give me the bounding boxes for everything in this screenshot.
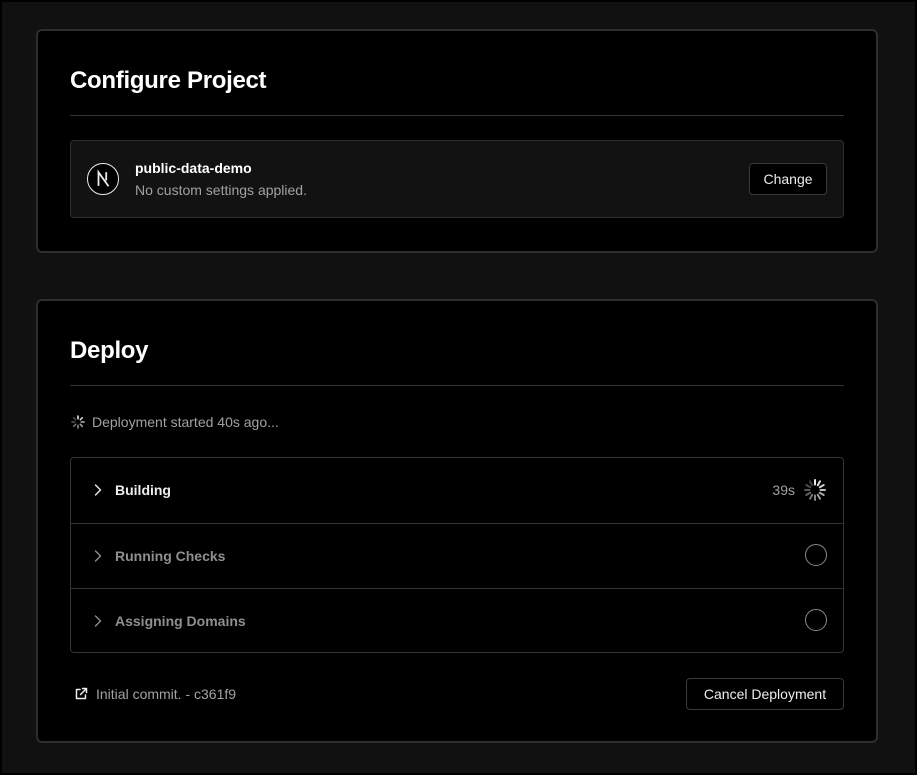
project-settings-note: No custom settings applied. [135, 182, 307, 198]
loading-spinner-icon [71, 415, 85, 429]
project-row: public-data-demo No custom settings appl… [70, 140, 844, 218]
commit-link[interactable]: Initial commit. - c361f9 [74, 686, 236, 702]
configure-divider [70, 115, 844, 116]
step-label: Assigning Domains [115, 613, 246, 629]
step-label: Running Checks [115, 548, 226, 564]
chevron-right-icon [94, 615, 102, 627]
deployment-steps: Building 39s Running Checks Assigning Do… [70, 457, 844, 653]
loading-spinner-icon [804, 479, 826, 501]
configure-project-card: Configure Project public-data-demo No cu… [36, 29, 878, 253]
deploy-divider [70, 385, 844, 386]
pending-circle-icon [805, 609, 827, 631]
nextjs-logo-icon [87, 163, 119, 195]
chevron-right-icon [94, 484, 102, 496]
commit-message: Initial commit. - c361f9 [96, 686, 237, 702]
deployment-status-text: Deployment started 40s ago... [92, 414, 279, 430]
deployment-status: Deployment started 40s ago... [70, 413, 279, 431]
step-label: Building [115, 482, 171, 498]
configure-project-title: Configure Project [70, 67, 267, 94]
pending-circle-icon [805, 544, 827, 566]
deploy-title: Deploy [70, 337, 149, 364]
chevron-right-icon [94, 550, 102, 562]
deploy-card: Deploy Deployment started 40s ago... Bui… [36, 299, 878, 743]
project-name: public-data-demo [135, 160, 252, 176]
step-running-checks[interactable]: Running Checks [71, 523, 843, 588]
external-link-icon [75, 687, 88, 700]
step-duration: 39s [772, 482, 795, 498]
change-button[interactable]: Change [749, 163, 827, 195]
step-building[interactable]: Building 39s [71, 458, 843, 523]
cancel-deployment-button[interactable]: Cancel Deployment [686, 678, 844, 710]
step-assigning-domains[interactable]: Assigning Domains [71, 588, 843, 653]
